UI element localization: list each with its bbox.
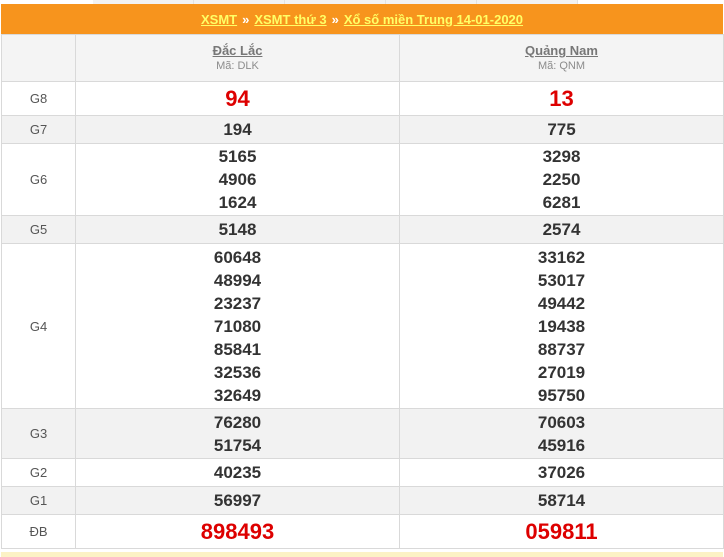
result-number: 45916 — [537, 435, 586, 455]
result-number: 194 — [223, 120, 252, 139]
result-number: 5148 — [218, 220, 257, 239]
prize-row-g2: G2 40235 37026 — [1, 458, 724, 487]
result-number: 13 — [549, 85, 574, 111]
result-cell: 40235 — [75, 458, 400, 487]
province-code: Mã: DLK — [216, 60, 259, 72]
result-number: 6281 — [542, 193, 581, 212]
province-link-quang-nam[interactable]: Quảng Nam — [400, 43, 723, 59]
result-number: 53017 — [537, 270, 586, 290]
result-cell: 059811 — [399, 514, 724, 549]
bottom-strip — [1, 552, 723, 557]
jackpot-number: 059811 — [525, 518, 598, 544]
result-cell: 37026 — [399, 458, 724, 487]
result-number: 70603 — [537, 412, 586, 432]
province-header-dak-lak: Đắc Lắc Mã: DLK — [75, 34, 400, 82]
prize-label: G1 — [1, 486, 76, 515]
prize-row-g1: G1 56997 58714 — [1, 486, 724, 515]
result-number: 49442 — [537, 293, 586, 313]
prize-row-g4: G4 60648 48994 23237 71080 85841 32536 3… — [1, 243, 724, 409]
lottery-results-table: Đắc Lắc Mã: DLK Quảng Nam Mã: QNM G8 94 … — [1, 34, 724, 549]
result-number: 775 — [547, 120, 576, 139]
prize-label: G8 — [1, 81, 76, 116]
prize-row-g8: G8 94 13 — [1, 81, 724, 116]
result-number: 32649 — [213, 385, 262, 405]
result-cell: 5165 4906 1624 — [75, 143, 400, 216]
result-number: 71080 — [213, 316, 262, 336]
result-number: 51754 — [213, 435, 262, 455]
result-number: 85841 — [213, 339, 262, 359]
result-cell: 194 — [75, 115, 400, 144]
result-number: 4906 — [218, 170, 257, 189]
prize-label: G2 — [1, 458, 76, 487]
result-cell: 76280 51754 — [75, 408, 400, 459]
result-cell: 898493 — [75, 514, 400, 549]
breadcrumb-xsmt-link[interactable]: XSMT — [201, 12, 237, 27]
result-number: 76280 — [213, 412, 262, 432]
prize-label: ĐB — [1, 514, 76, 549]
result-number: 60648 — [213, 247, 262, 267]
result-number: 48994 — [213, 270, 262, 290]
breadcrumb-separator: » — [242, 11, 250, 27]
result-cell: 2574 — [399, 215, 724, 244]
prize-label: G6 — [1, 143, 76, 216]
result-number: 19438 — [537, 316, 586, 336]
result-cell: 60648 48994 23237 71080 85841 32536 3264… — [75, 243, 400, 409]
breadcrumb-xsmt-thu3-link[interactable]: XSMT thứ 3 — [254, 12, 326, 27]
breadcrumb-current-date-link[interactable]: Xổ số miền Trung 14-01-2020 — [344, 12, 523, 27]
result-number: 2574 — [542, 220, 581, 239]
province-code: Mã: QNM — [537, 60, 586, 72]
result-cell: 58714 — [399, 486, 724, 515]
result-number: 5165 — [218, 147, 257, 166]
result-cell: 94 — [75, 81, 400, 116]
prize-row-g6: G6 5165 4906 1624 3298 2250 6281 — [1, 143, 724, 216]
result-number: 27019 — [537, 362, 586, 382]
result-number: 94 — [225, 85, 250, 111]
result-number: 88737 — [537, 339, 586, 359]
result-number: 3298 — [542, 147, 581, 166]
prize-label: G5 — [1, 215, 76, 244]
result-cell: 70603 45916 — [399, 408, 724, 459]
prize-label: G3 — [1, 408, 76, 459]
prize-row-g7: G7 194 775 — [1, 115, 724, 144]
province-header-quang-nam: Quảng Nam Mã: QNM — [399, 34, 724, 82]
result-cell: 3298 2250 6281 — [399, 143, 724, 216]
result-number: 56997 — [213, 491, 262, 510]
result-number: 58714 — [537, 491, 586, 510]
prize-row-jackpot: ĐB 898493 059811 — [1, 514, 724, 549]
table-header-row: Đắc Lắc Mã: DLK Quảng Nam Mã: QNM — [1, 34, 724, 82]
result-cell: 5148 — [75, 215, 400, 244]
result-cell: 56997 — [75, 486, 400, 515]
results-page: XSMT » XSMT thứ 3 » Xổ số miền Trung 14-… — [1, 0, 724, 557]
province-link-dak-lak[interactable]: Đắc Lắc — [76, 43, 399, 59]
jackpot-number: 898493 — [200, 518, 275, 544]
result-number: 2250 — [542, 170, 581, 189]
prize-label: G7 — [1, 115, 76, 144]
result-number: 37026 — [537, 463, 586, 482]
result-number: 1624 — [218, 193, 257, 212]
prize-row-g3: G3 76280 51754 70603 45916 — [1, 408, 724, 459]
breadcrumb: XSMT » XSMT thứ 3 » Xổ số miền Trung 14-… — [1, 4, 723, 34]
result-number: 23237 — [213, 293, 262, 313]
result-number: 32536 — [213, 362, 262, 382]
result-cell: 13 — [399, 81, 724, 116]
empty-header-cell — [1, 34, 76, 82]
result-cell: 33162 53017 49442 19438 88737 27019 9575… — [399, 243, 724, 409]
result-number: 40235 — [213, 463, 262, 482]
result-number: 33162 — [537, 247, 586, 267]
prize-row-g5: G5 5148 2574 — [1, 215, 724, 244]
breadcrumb-separator: » — [331, 11, 339, 27]
result-cell: 775 — [399, 115, 724, 144]
prize-label: G4 — [1, 243, 76, 409]
result-number: 95750 — [537, 385, 586, 405]
